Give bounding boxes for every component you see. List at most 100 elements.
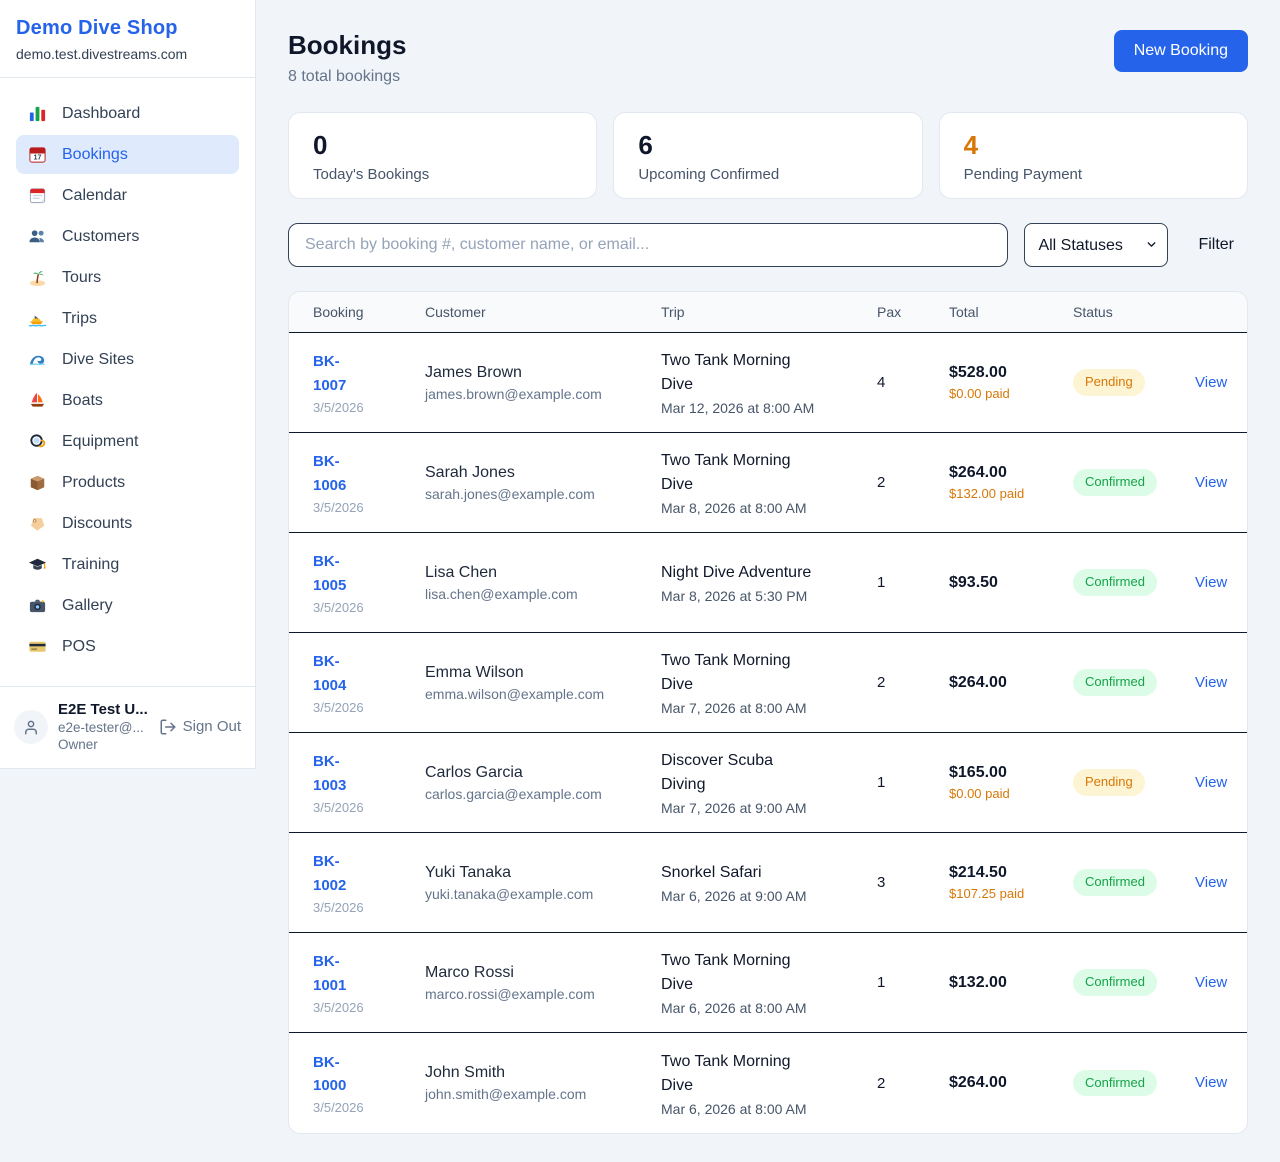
bookings-icon: 17 (28, 145, 47, 164)
sign-out-icon (159, 718, 177, 736)
stat-value: 6 (638, 130, 897, 161)
equipment-icon (28, 432, 47, 451)
sidebar-item-training[interactable]: Training (16, 545, 239, 584)
bookings-table: Booking Customer Trip Pax Total Status B… (288, 291, 1248, 1134)
total-cell: $214.50 $107.25 paid (949, 850, 1073, 915)
booking-cell: BK-1006 3/5/2026 (313, 436, 425, 529)
booking-cell: BK-1002 3/5/2026 (313, 836, 425, 929)
sidebar-item-discounts[interactable]: Discounts (16, 504, 239, 543)
status-badge: Confirmed (1073, 1070, 1157, 1097)
table-body: BK-1007 3/5/2026 James Brown james.brown… (289, 333, 1247, 1133)
sidebar-item-label: Products (62, 474, 125, 492)
trip-cell: Snorkel Safari Mar 6, 2026 at 9:00 AM (661, 847, 877, 918)
trip-datetime: Mar 8, 2026 at 5:30 PM (661, 588, 869, 604)
sidebar-item-customers[interactable]: Customers (16, 217, 239, 256)
status-cell: Confirmed (1073, 955, 1195, 1010)
sidebar-item-label: Discounts (62, 515, 132, 533)
sidebar-item-trips[interactable]: Trips (16, 299, 239, 338)
sidebar-item-dashboard[interactable]: Dashboard (16, 94, 239, 133)
filter-button[interactable]: Filter (1184, 236, 1248, 254)
booking-id-link[interactable]: BK-1006 (313, 450, 369, 497)
total-cell: $93.50 (949, 560, 1073, 606)
status-badge: Confirmed (1073, 869, 1157, 896)
view-link[interactable]: View (1195, 674, 1227, 691)
trip-datetime: Mar 7, 2026 at 9:00 AM (661, 800, 869, 816)
sidebar-item-products[interactable]: Products (16, 463, 239, 502)
pax-cell: 2 (877, 460, 949, 505)
sidebar-user-footer: E2E Test U... e2e-tester@... Owner Sign … (0, 686, 255, 768)
status-badge: Confirmed (1073, 669, 1157, 696)
stat-card: 6 Upcoming Confirmed (613, 112, 922, 199)
brand-domain: demo.test.divestreams.com (16, 46, 239, 62)
sign-out-label: Sign Out (183, 718, 241, 735)
customer-cell: Lisa Chen lisa.chen@example.com (425, 550, 661, 616)
booking-date: 3/5/2026 (313, 800, 417, 815)
booking-id-link[interactable]: BK-1001 (313, 950, 369, 997)
sidebar-item-pos[interactable]: POS (16, 627, 239, 666)
booking-id-link[interactable]: BK-1004 (313, 650, 369, 697)
customers-icon (28, 227, 47, 246)
booking-id-link[interactable]: BK-1002 (313, 850, 369, 897)
pax-cell: 1 (877, 560, 949, 605)
sidebar-item-equipment[interactable]: Equipment (16, 422, 239, 461)
user-info: E2E Test U... e2e-tester@... Owner (58, 701, 149, 752)
view-link[interactable]: View (1195, 774, 1227, 791)
sidebar-item-bookings[interactable]: 17 Bookings (16, 135, 239, 174)
main-content: Bookings 8 total bookings New Booking 0 … (256, 0, 1280, 1134)
pax-cell: 4 (877, 360, 949, 405)
table-row: BK-1002 3/5/2026 Yuki Tanaka yuki.tanaka… (289, 833, 1247, 933)
view-link[interactable]: View (1195, 474, 1227, 491)
view-link[interactable]: View (1195, 874, 1227, 891)
sidebar-item-dive-sites[interactable]: Dive Sites (16, 340, 239, 379)
trip-name: Night Dive Adventure (661, 561, 819, 585)
sidebar-item-calendar[interactable]: Calendar (16, 176, 239, 215)
pax-cell: 1 (877, 760, 949, 805)
new-booking-button[interactable]: New Booking (1114, 30, 1248, 72)
total-amount: $214.50 (949, 864, 1065, 882)
dashboard-icon (28, 104, 47, 123)
booking-cell: BK-1005 3/5/2026 (313, 536, 425, 629)
sidebar-item-tours[interactable]: Tours (16, 258, 239, 297)
status-filter-select[interactable]: All Statuses (1024, 223, 1168, 267)
user-role: Owner (58, 737, 149, 752)
sidebar-item-boats[interactable]: Boats (16, 381, 239, 420)
booking-id-link[interactable]: BK-1007 (313, 350, 369, 397)
customer-name: James Brown (425, 364, 653, 382)
pax-cell: 2 (877, 1061, 949, 1106)
customer-email: yuki.tanaka@example.com (425, 886, 653, 902)
total-amount: $93.50 (949, 574, 1065, 592)
status-badge: Pending (1073, 769, 1145, 796)
trip-cell: Two Tank Morning Dive Mar 12, 2026 at 8:… (661, 335, 877, 430)
dive-sites-icon (28, 350, 47, 369)
sidebar-item-label: Customers (62, 228, 139, 246)
actions-cell: View (1195, 1060, 1223, 1106)
customer-cell: Sarah Jones sarah.jones@example.com (425, 450, 661, 516)
stat-value: 0 (313, 130, 572, 161)
customer-email: sarah.jones@example.com (425, 486, 653, 502)
paid-amount: $132.00 paid (949, 486, 1039, 501)
sign-out-button[interactable]: Sign Out (159, 718, 241, 736)
booking-id-link[interactable]: BK-1000 (313, 1051, 369, 1098)
booking-cell: BK-1003 3/5/2026 (313, 736, 425, 829)
actions-cell: View (1195, 760, 1223, 806)
status-cell: Pending (1073, 355, 1195, 410)
sidebar-item-gallery[interactable]: Gallery (16, 586, 239, 625)
trip-name: Two Tank Morning Dive (661, 349, 819, 397)
trip-datetime: Mar 6, 2026 at 9:00 AM (661, 888, 869, 904)
status-filter-wrap: All Statuses (1024, 223, 1168, 267)
view-link[interactable]: View (1195, 374, 1227, 391)
table-row: BK-1003 3/5/2026 Carlos Garcia carlos.ga… (289, 733, 1247, 833)
view-link[interactable]: View (1195, 1074, 1227, 1091)
products-icon (28, 473, 47, 492)
sidebar-item-label: Equipment (62, 433, 139, 451)
search-input[interactable] (288, 223, 1008, 267)
booking-id-link[interactable]: BK-1005 (313, 550, 369, 597)
customer-email: emma.wilson@example.com (425, 686, 653, 702)
column-header-trip: Trip (661, 304, 877, 320)
pos-icon (28, 637, 47, 656)
booking-id-link[interactable]: BK-1003 (313, 750, 369, 797)
view-link[interactable]: View (1195, 574, 1227, 591)
status-cell: Confirmed (1073, 1056, 1195, 1111)
view-link[interactable]: View (1195, 974, 1227, 991)
table-row: BK-1000 3/5/2026 John Smith john.smith@e… (289, 1033, 1247, 1133)
